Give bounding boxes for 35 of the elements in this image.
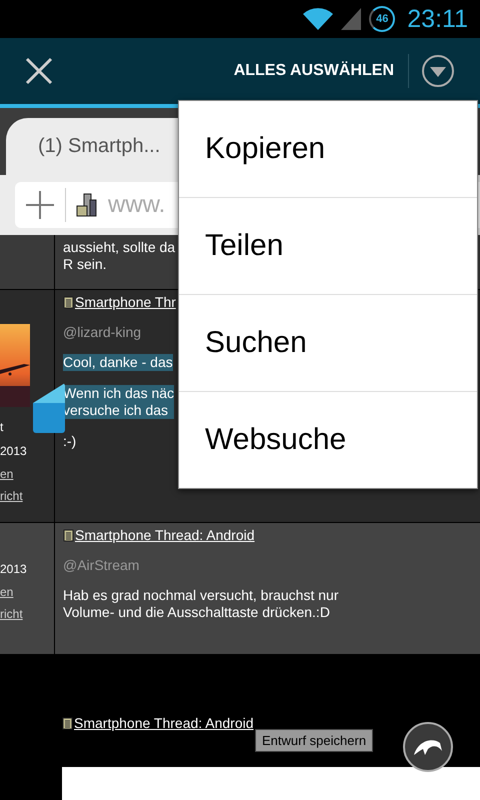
author-info: 2013 [0,443,28,460]
dropdown-icon[interactable] [421,54,455,88]
url-text: www. [108,191,166,219]
battery-indicator: 46 [369,6,396,32]
profile-link[interactable]: richt [0,485,54,507]
selected-text: Cool, danke - das [63,354,173,371]
close-icon[interactable] [25,57,53,85]
post-text: :-) [63,433,76,450]
selected-text: Wenn ich das näc versuche ich das [63,385,174,419]
wifi-icon [303,8,334,30]
site-icon [76,192,98,218]
author-info: 2013 [0,561,28,578]
menu-item[interactable]: Websuche [179,391,477,488]
signal-icon [341,8,362,30]
thread-link[interactable]: Smartphone Thread: Android [75,527,255,543]
document-icon [62,716,73,730]
clock: 23:11 [407,4,468,34]
post-text: aussieht, sollte da R sein. [63,239,176,273]
profile-link[interactable]: richt [0,603,54,625]
save-draft-button[interactable]: Entwurf speichern [255,729,374,752]
selection-handle[interactable] [33,383,65,433]
mention: @AirStream [63,557,140,573]
post-text: Hab es grad nochmal versucht, brauchst nur Volume- und die Ausschalttaste drücken.:D [63,587,338,621]
mention: @lizard-king [63,324,142,340]
author-info: t [0,419,4,436]
plus-icon[interactable] [25,190,55,220]
menu-item[interactable]: Suchen [179,294,477,391]
thread-link[interactable]: Smartphone Thread: Android [74,715,254,731]
document-icon [63,296,74,308]
profile-link[interactable]: en [0,463,54,485]
thread-link[interactable]: Smartphone Thr [75,294,176,310]
menu-item[interactable]: Teilen [179,197,477,294]
document-icon [63,528,74,542]
profile-link[interactable]: en [0,581,54,603]
dolphin-button[interactable] [403,722,453,772]
